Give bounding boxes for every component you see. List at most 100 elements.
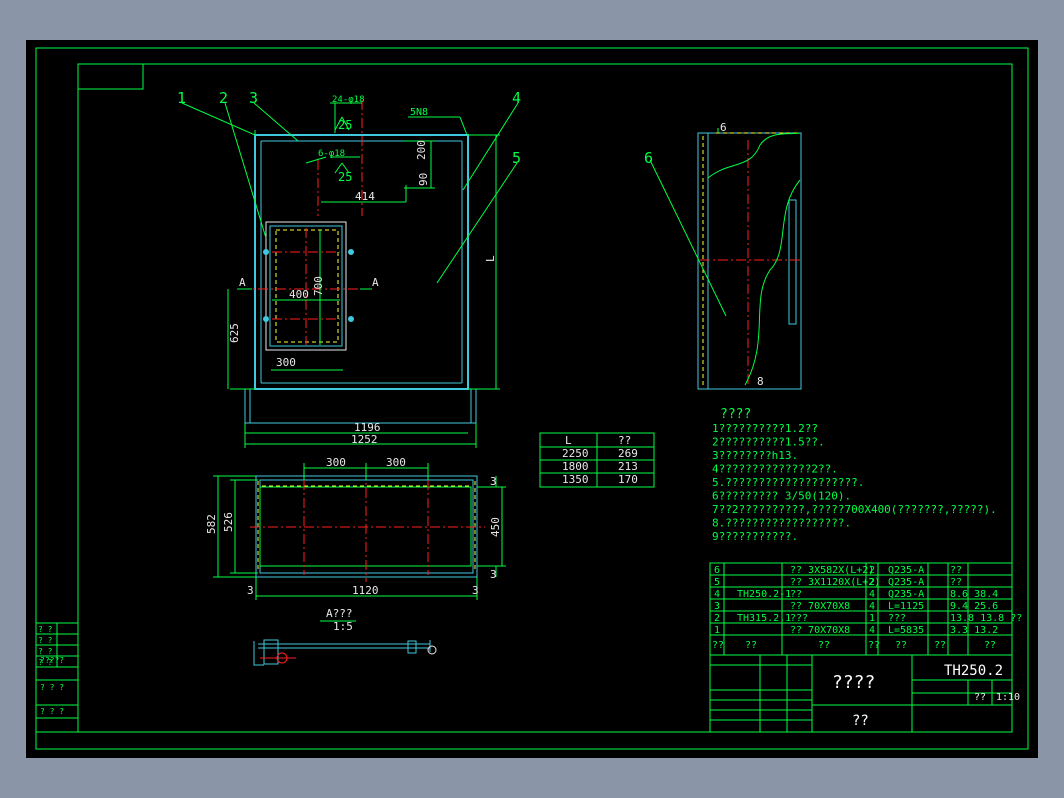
stamp-row: ? ? ?: [40, 707, 64, 716]
section-view: A??? 1:5: [253, 607, 437, 666]
l-table-cell-weight: 213: [618, 460, 638, 473]
parts-header-cell: ??: [984, 640, 996, 651]
dim-1120: 1120: [352, 584, 379, 597]
note-line: 8.??????????????????.: [712, 517, 851, 530]
part-material: L=1125: [888, 601, 924, 612]
dim-700: 700: [312, 276, 325, 296]
part-no: 2: [714, 613, 720, 624]
stamp-row: ?????: [40, 656, 64, 665]
part-qty: 4: [869, 625, 875, 636]
dim-450: 450: [489, 517, 502, 537]
note-line: 9???????????.: [712, 530, 798, 543]
company-name: ??: [852, 713, 869, 729]
part-no: 5: [714, 577, 720, 588]
part-qty: 2: [869, 577, 875, 588]
dim-90: 90: [417, 173, 430, 186]
dim-3-b: 3: [490, 568, 497, 581]
dim-400: 400: [289, 288, 309, 301]
part-material: Q235-A: [888, 577, 924, 588]
part-qty: 2: [869, 565, 875, 576]
part-note: ??: [950, 577, 962, 588]
part-note: 3.3 13.2: [950, 625, 998, 636]
part-qty: 4: [869, 601, 875, 612]
part-no: 6: [714, 565, 720, 576]
section-scale: 1:5: [333, 620, 353, 633]
part-code: TH315.2.1: [737, 613, 791, 624]
dim-625: 625: [228, 323, 241, 343]
title-block: TH250.2 ???? ?? 1:10 ??: [709, 654, 1020, 733]
weld-value-2: 25: [338, 170, 352, 184]
part-name: ?? 70X70X8: [790, 601, 850, 612]
front-view: 1 2 3 4 5 24-φ18 6-φ18 5N8 25 25 200 90 …: [177, 89, 521, 448]
balloon-2: 2: [219, 89, 228, 107]
dim-1252: 1252: [351, 433, 378, 446]
left-stamp: ? ?? ?? ?? ??????? ? ?? ? ?: [35, 622, 79, 733]
part-name: ???: [790, 613, 808, 624]
balloon-1: 1: [177, 89, 186, 107]
dim-414: 414: [355, 190, 375, 203]
weld-label-1: 24-φ18: [332, 95, 365, 105]
note-line: 4??????????????2??.: [712, 463, 838, 476]
cad-drawing: 1 2 3 4 5 24-φ18 6-φ18 5N8 25 25 200 90 …: [35, 47, 1029, 750]
section-mark-right: A: [372, 276, 379, 289]
parts-header-cell: ??: [868, 640, 880, 651]
parts-header-cell: ??: [895, 640, 907, 651]
l-table-cell-l: 1350: [562, 473, 589, 486]
part-qty: 4: [869, 589, 875, 600]
side-dim-6: 6: [720, 121, 727, 134]
part-name: ?? 3X1120X(L+2): [790, 577, 880, 588]
parts-list: 6?? 3X582X(L+2)2 Q235-A ??5?? 3X1120X(L+2)…: [709, 562, 1022, 656]
note-line: 7??2??????????,?????700X400(???????,????…: [712, 503, 997, 516]
stamp-row: ? ? ?: [40, 683, 64, 692]
l-table-cell-l: 2250: [562, 447, 589, 460]
stamp-row: ? ?: [38, 647, 53, 656]
dim-582: 582: [205, 514, 218, 534]
note-line: 6????????? 3/50(120).: [712, 490, 851, 503]
dim-3-a: 3: [490, 475, 497, 488]
parts-header-cell: ??: [818, 640, 830, 651]
dim-300: 300: [276, 356, 296, 369]
note-line: 3????????h13.: [712, 449, 798, 462]
part-material: L=5835: [888, 625, 924, 636]
part-note: 8.6 38.4: [950, 589, 998, 600]
part-material: Q235-A: [888, 565, 924, 576]
l-table-cell-weight: 170: [618, 473, 638, 486]
note-line: 5.????????????????????.: [712, 476, 864, 489]
weld-label-3: 5N8: [410, 107, 428, 118]
dim-200: 200: [415, 140, 428, 160]
l-table-header-2: ??: [618, 434, 631, 447]
parts-header-cell: ??: [934, 640, 946, 651]
parts-header-cell: ??: [745, 640, 757, 651]
balloon-3: 3: [249, 89, 258, 107]
l-table-cell-weight: 269: [618, 447, 638, 460]
drawing-title: ????: [832, 672, 875, 693]
plan-view: 300 300 582 526 450 1120 3 3 3 3: [205, 456, 506, 600]
dim-L: L: [484, 255, 497, 262]
part-material: Q235-A: [888, 589, 924, 600]
balloon-6: 6: [644, 149, 653, 167]
part-note: 9.4 25.6: [950, 601, 998, 612]
part-note: 13.8 13.8 ??: [950, 613, 1022, 624]
part-name: ??: [790, 589, 802, 600]
balloon-4: 4: [512, 89, 521, 107]
title-field-a: ??: [974, 692, 986, 703]
scale-value: 1:10: [996, 692, 1020, 703]
balloon-5: 5: [512, 149, 521, 167]
part-name: ?? 70X70X8: [790, 625, 850, 636]
part-note: ??: [950, 565, 962, 576]
part-code: TH250.2-1: [737, 589, 791, 600]
l-table: L ?? 2250 269 1800 213 1350 170: [539, 432, 655, 488]
parts-header-cell: ??: [712, 640, 724, 651]
technical-notes: ???? 1??????????1.2??2??????????1.5??.3?…: [712, 407, 997, 543]
dim-3-c: 3: [247, 584, 254, 597]
l-table-cell-l: 1800: [562, 460, 589, 473]
side-dim-8: 8: [757, 375, 764, 388]
part-no: 1: [714, 625, 720, 636]
part-qty: 1: [869, 613, 875, 624]
weld-value-1: 25: [338, 118, 352, 132]
weld-label-2: 6-φ18: [318, 149, 345, 159]
note-line: 2??????????1.5??.: [712, 436, 825, 449]
dim-526: 526: [222, 512, 235, 532]
stamp-row: ? ?: [38, 636, 53, 645]
l-table-header-l: L: [565, 434, 572, 447]
